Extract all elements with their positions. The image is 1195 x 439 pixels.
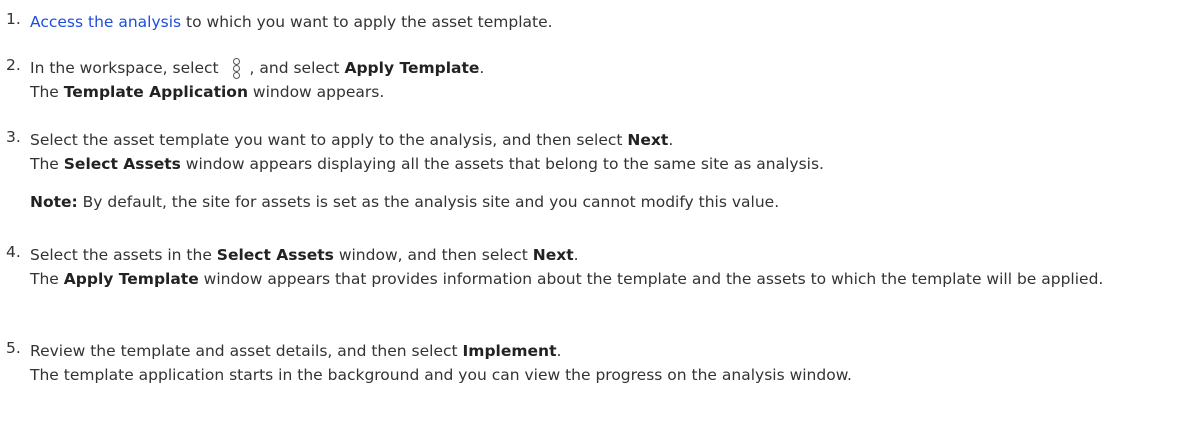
step-number: 4. [6, 243, 21, 261]
step-number: 2. [6, 56, 21, 74]
result-text: window appears displaying all the assets… [180, 155, 824, 173]
result-text: The [30, 155, 64, 173]
note-text: By default, the site for assets is set a… [77, 193, 780, 211]
result-text: The template application starts in the b… [30, 366, 852, 384]
note: Note: By default, the site for assets is… [30, 190, 1180, 214]
result-text: The [30, 83, 64, 101]
step-number: 3. [6, 128, 21, 146]
result-text: The [30, 270, 64, 288]
more-options-icon [230, 57, 244, 79]
ui-term: Select Assets [216, 246, 334, 264]
step-body: In the workspace, select , and select Ap… [30, 56, 1180, 104]
step-text: window, and then select [333, 246, 533, 264]
step-body: Select the assets in the Select Assets w… [30, 243, 1180, 291]
step-text: . [668, 131, 674, 149]
step-text: Review the template and asset details, a… [30, 342, 463, 360]
step-text: , and select [249, 59, 345, 77]
step-number: 1. [6, 10, 21, 28]
access-analysis-link[interactable]: Access the analysis [30, 13, 181, 31]
ui-term: Apply Template [344, 59, 480, 77]
ui-term: Next [627, 131, 669, 149]
step-text: . [556, 342, 562, 360]
step-text: to which you want to apply the asset tem… [181, 13, 553, 31]
ui-term: Select Assets [63, 155, 181, 173]
result-text: window appears that provides information… [198, 270, 1104, 288]
ui-term: Next [532, 246, 574, 264]
step-text: Select the asset template you want to ap… [30, 131, 628, 149]
step-body: Review the template and asset details, a… [30, 339, 1180, 387]
step-text: . [573, 246, 579, 264]
step-text: Select the assets in the [30, 246, 217, 264]
ui-term: Template Application [63, 83, 248, 101]
ui-term: Apply Template [63, 270, 199, 288]
step-text: In the workspace, select [30, 59, 224, 77]
ui-term: Implement [462, 342, 557, 360]
step-text: . [479, 59, 485, 77]
step-body: Select the asset template you want to ap… [30, 128, 1180, 214]
result-text: window appears. [248, 83, 385, 101]
note-label: Note: [30, 193, 78, 211]
step-number: 5. [6, 339, 21, 357]
step-body: Access the analysis to which you want to… [30, 10, 1180, 34]
